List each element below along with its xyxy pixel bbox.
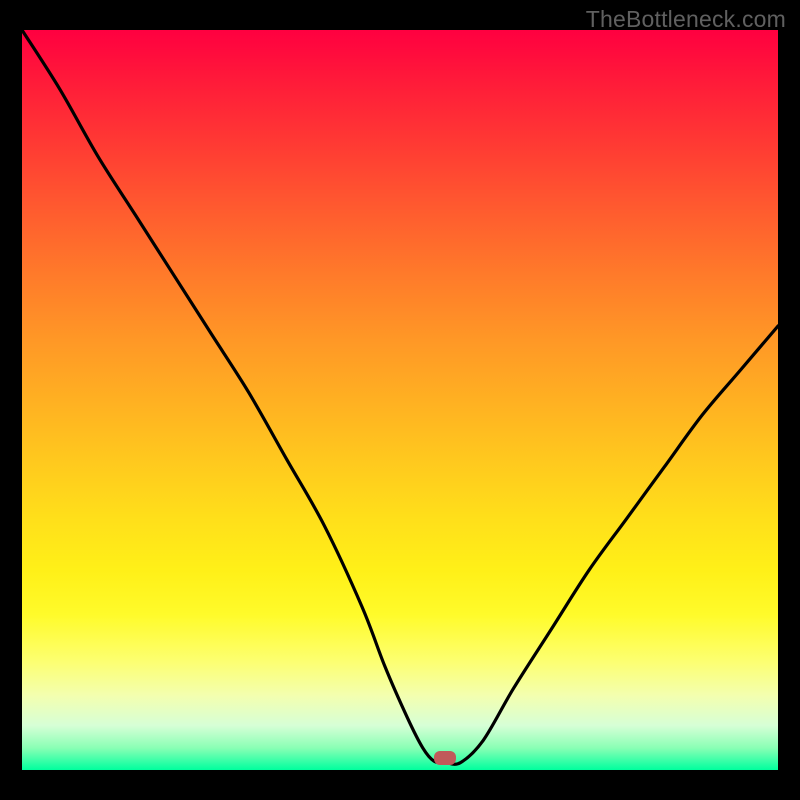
plot-area: [22, 30, 778, 770]
bottleneck-curve: [22, 30, 778, 770]
optimum-marker: [434, 751, 456, 765]
chart-frame: TheBottleneck.com: [0, 0, 800, 800]
watermark-text: TheBottleneck.com: [586, 6, 786, 33]
curve-path: [22, 30, 778, 764]
